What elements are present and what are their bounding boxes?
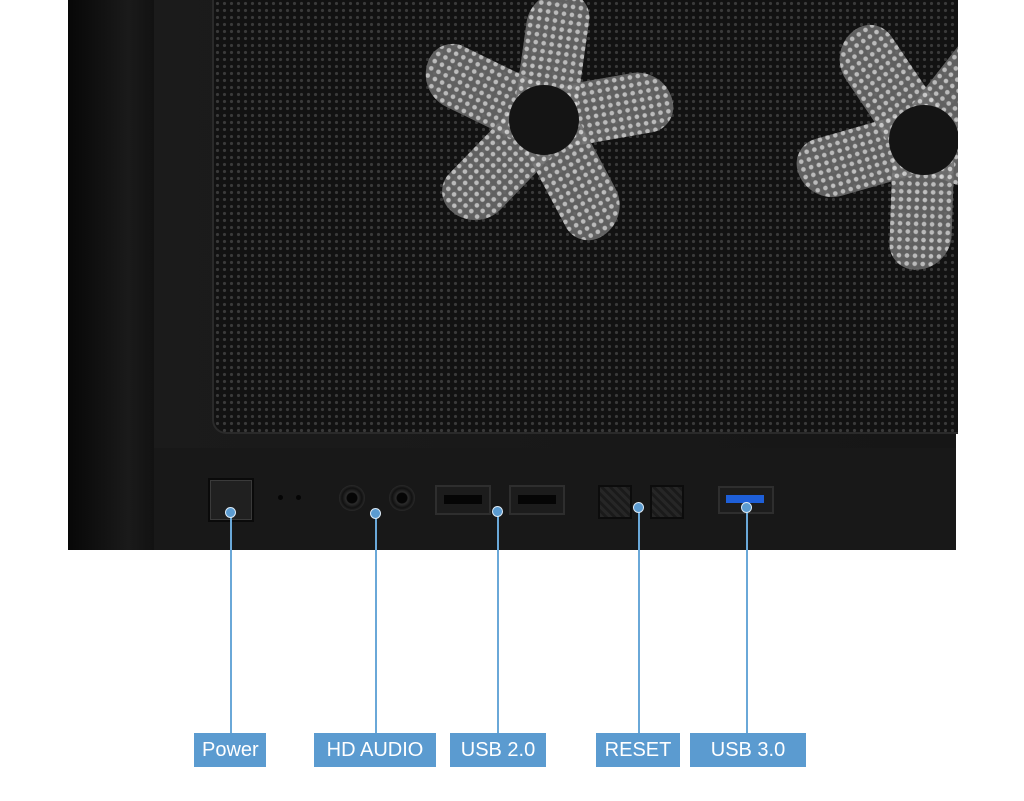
- usb3-callout-dot: [741, 502, 752, 513]
- audio-callout-dot: [370, 508, 381, 519]
- power-label: Power: [194, 733, 266, 767]
- case-side-edge: [68, 0, 154, 550]
- reset-callout-dot: [633, 502, 644, 513]
- reset-leader-line: [638, 508, 640, 733]
- hd-audio-label: HD AUDIO: [314, 733, 436, 767]
- front-mesh-panel: [212, 0, 958, 434]
- reset-switch-2[interactable]: [650, 485, 684, 519]
- usb3-leader-line: [746, 508, 748, 733]
- hdd-led-icon: [296, 495, 301, 500]
- usb-2-port-2[interactable]: [509, 485, 565, 515]
- microphone-jack[interactable]: [389, 485, 415, 511]
- audio-leader-line: [375, 514, 377, 733]
- usb30-label: USB 3.0 x2: [690, 733, 806, 795]
- usb2-leader-line: [497, 512, 499, 733]
- reset-label: RESET: [596, 733, 680, 767]
- usb20-label: USB 2.0: [450, 733, 546, 767]
- power-leader-line: [230, 513, 232, 733]
- front-fan-right-icon: [774, 0, 958, 290]
- power-led-icon: [278, 495, 283, 500]
- reset-button[interactable]: [598, 485, 632, 519]
- usb2-callout-dot: [492, 506, 503, 517]
- power-callout-dot: [225, 507, 236, 518]
- usb-2-port-1[interactable]: [435, 485, 491, 515]
- headphone-jack[interactable]: [339, 485, 365, 511]
- front-fan-left-icon: [394, 0, 694, 270]
